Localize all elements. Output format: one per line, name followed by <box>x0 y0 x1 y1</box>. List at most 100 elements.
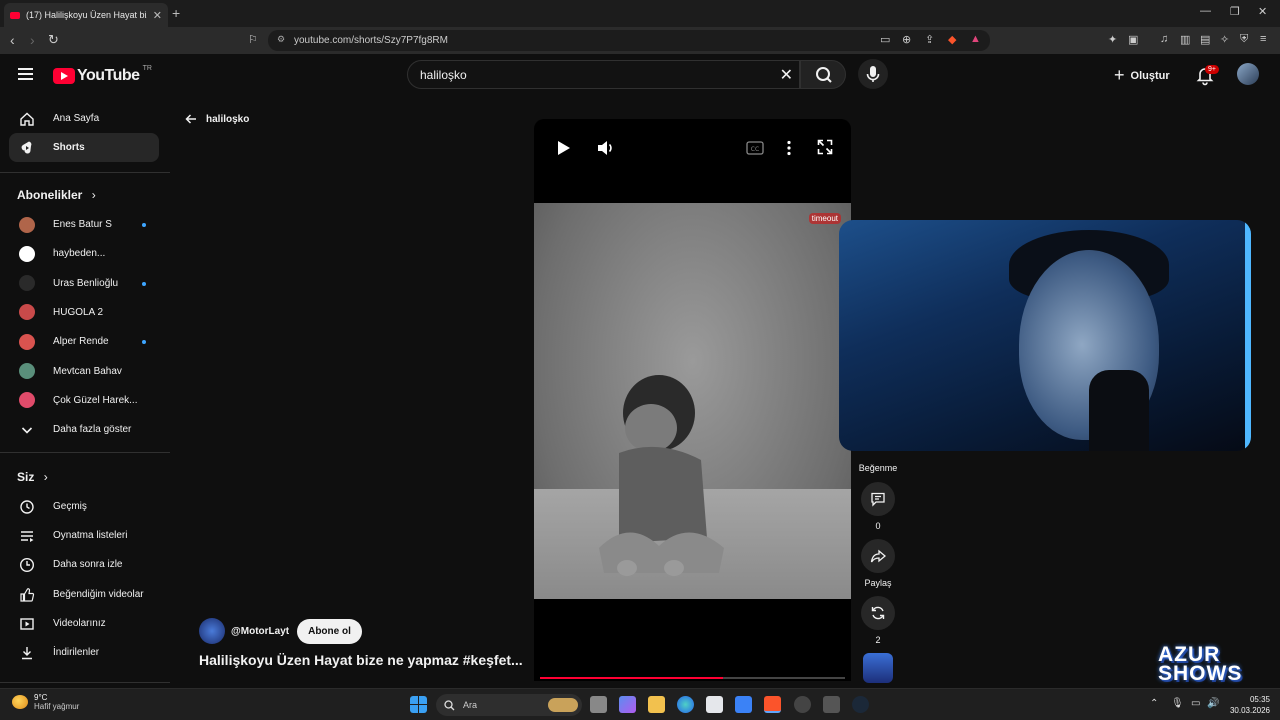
bookmark-icon[interactable]: ⚐ <box>248 33 258 46</box>
share-icon[interactable]: ⇪ <box>925 33 934 46</box>
comments-button[interactable] <box>861 482 895 516</box>
hamburger-menu-icon[interactable] <box>18 68 33 80</box>
subscriptions-heading[interactable]: Abonelikler › <box>17 188 96 202</box>
progress-bar[interactable] <box>540 677 845 679</box>
sidebar-item-watch-later[interactable]: Daha sonra izle <box>9 550 159 579</box>
brave-shield-icon[interactable]: ◆ <box>948 33 956 46</box>
voice-search-button[interactable] <box>858 59 888 89</box>
sidebar-item-shorts[interactable]: Shorts <box>9 133 159 162</box>
chevron-right-icon: › <box>43 470 48 484</box>
tray-mic-icon[interactable]: 🎙 <box>1171 698 1184 709</box>
subscribe-button[interactable]: Abone ol <box>297 618 362 644</box>
sidebar-item-history[interactable]: Geçmiş <box>9 492 159 521</box>
wallet-icon[interactable]: ▤ <box>1200 33 1210 46</box>
forward-icon[interactable]: › <box>30 32 35 48</box>
app-icon-1[interactable] <box>794 696 811 713</box>
tray-network-icon[interactable]: ▭ <box>1191 698 1200 709</box>
app-icon-2[interactable] <box>823 696 840 713</box>
sidebar-channel[interactable]: Mevtcan Bahav <box>9 357 159 386</box>
logo-text: YouTube <box>77 67 140 84</box>
notification-badge: 9+ <box>1205 65 1219 74</box>
store-icon[interactable] <box>706 696 723 713</box>
channel-avatar <box>19 216 35 233</box>
remix-button[interactable] <box>861 596 895 630</box>
back-icon[interactable]: ‹ <box>10 32 15 48</box>
sidebar-channel[interactable]: Uras Benlioğlu <box>9 269 159 298</box>
shorts-player[interactable]: CC timeout <box>534 119 851 681</box>
sidebar-item-label: Daha sonra izle <box>53 559 123 570</box>
plus-icon: + <box>1114 65 1125 85</box>
sidebar-item-liked[interactable]: Beğendiğim videolar <box>9 580 159 609</box>
edge-icon[interactable] <box>677 696 694 713</box>
leo-ai-icon[interactable]: ✧ <box>1220 33 1229 46</box>
minimize-icon[interactable]: — <box>1200 5 1211 17</box>
channel-avatar[interactable] <box>199 618 225 644</box>
video-frame: timeout <box>534 203 851 599</box>
reload-icon[interactable]: ↻ <box>48 32 59 48</box>
volume-icon[interactable] <box>596 139 616 157</box>
clear-search-icon[interactable]: ✕ <box>780 65 793 85</box>
divider <box>0 682 170 683</box>
create-button[interactable]: + Oluştur <box>1114 65 1170 86</box>
extensions-icon[interactable]: ✦ <box>1108 33 1117 46</box>
brave-rewards-icon[interactable]: ▲ <box>970 33 981 45</box>
youtube-logo[interactable]: YouTube TR <box>53 65 152 85</box>
channel-name[interactable]: @MotorLayt <box>231 626 289 637</box>
sound-thumbnail[interactable] <box>863 653 893 683</box>
taskbar-clock[interactable]: 05:35 30.03.2026 <box>1226 694 1270 716</box>
brave-taskbar-icon[interactable] <box>764 696 781 713</box>
search-box[interactable]: ✕ <box>407 60 800 89</box>
more-vertical-icon[interactable] <box>786 139 792 157</box>
sidebar-item-home[interactable]: Ana Sayfa <box>9 104 159 133</box>
video-title[interactable]: Halilişkoyu Üzen Hayat bize ne yapmaz #k… <box>199 652 523 668</box>
sidebar-channel[interactable]: HUGOLA 2 <box>9 298 159 327</box>
sidebar-channel[interactable]: haybeden... <box>9 239 159 268</box>
share-arrow-icon <box>870 549 886 563</box>
windows-start-icon[interactable] <box>410 696 427 713</box>
task-view-icon[interactable] <box>590 696 607 713</box>
channel-avatar <box>19 304 35 321</box>
mail-icon[interactable] <box>735 696 752 713</box>
sidebar-channel-label: HUGOLA 2 <box>53 306 104 318</box>
youtube-favicon-icon <box>10 11 20 19</box>
restore-icon[interactable]: ❐ <box>1230 5 1240 18</box>
play-icon[interactable] <box>556 139 572 157</box>
microphone-prop <box>1089 370 1149 451</box>
taskbar-search[interactable]: Ara <box>436 694 582 716</box>
back-to-search-link[interactable]: haliloşko <box>184 112 249 126</box>
sidebar-item-playlists[interactable]: Oynatma listeleri <box>9 521 159 550</box>
search-button[interactable] <box>800 60 846 89</box>
site-info-icon[interactable]: ⚙ <box>277 34 285 45</box>
close-tab-icon[interactable]: ✕ <box>153 9 162 22</box>
copilot-icon[interactable] <box>619 696 636 713</box>
tray-volume-icon[interactable]: 🔊 <box>1207 698 1219 709</box>
share-button[interactable] <box>861 539 895 573</box>
sidebar-item-show-more[interactable]: Daha fazla göster <box>9 415 159 444</box>
you-heading[interactable]: Siz › <box>17 470 48 484</box>
captions-icon[interactable]: CC <box>746 141 764 155</box>
sidebar-channel[interactable]: Çok Güzel Harek... <box>9 386 159 415</box>
tray-chevron-icon[interactable]: ⌃ <box>1150 698 1158 709</box>
zoom-icon[interactable]: ⊕ <box>902 33 911 46</box>
sidebar-item-your-videos[interactable]: Videolarınız <box>9 609 159 638</box>
sidebar-channel[interactable]: Enes Batur S <box>9 210 159 239</box>
weather-widget[interactable]: 9°C Hafif yağmur <box>12 693 79 711</box>
sidebar-item-downloads[interactable]: İndirilenler <box>9 638 159 667</box>
tab-title: (17) Halilişkoyu Üzen Hayat bize ne yapm… <box>26 10 147 20</box>
music-icon[interactable]: ♫ <box>1160 33 1168 45</box>
fullscreen-icon[interactable] <box>817 139 833 155</box>
tab-search-icon[interactable]: ▣ <box>1128 33 1138 46</box>
cast-icon[interactable]: ▭ <box>880 33 890 46</box>
vpn-icon[interactable]: ⛨ <box>1240 33 1248 46</box>
browser-menu-icon[interactable]: ≡ <box>1260 33 1266 45</box>
sidebar-channel[interactable]: Alper Rende <box>9 327 159 356</box>
youtube-header: YouTube TR ✕ + Oluştur <box>0 54 1280 98</box>
close-window-icon[interactable]: ✕ <box>1258 5 1267 18</box>
account-avatar[interactable] <box>1237 63 1259 85</box>
steam-icon[interactable] <box>852 696 869 713</box>
file-explorer-icon[interactable] <box>648 696 665 713</box>
search-input[interactable] <box>420 67 760 82</box>
browser-tab[interactable]: (17) Halilişkoyu Üzen Hayat bize ne yapm… <box>4 3 168 27</box>
sidebar-icon[interactable]: ▥ <box>1180 33 1190 46</box>
new-tab-icon[interactable]: + <box>172 5 180 21</box>
